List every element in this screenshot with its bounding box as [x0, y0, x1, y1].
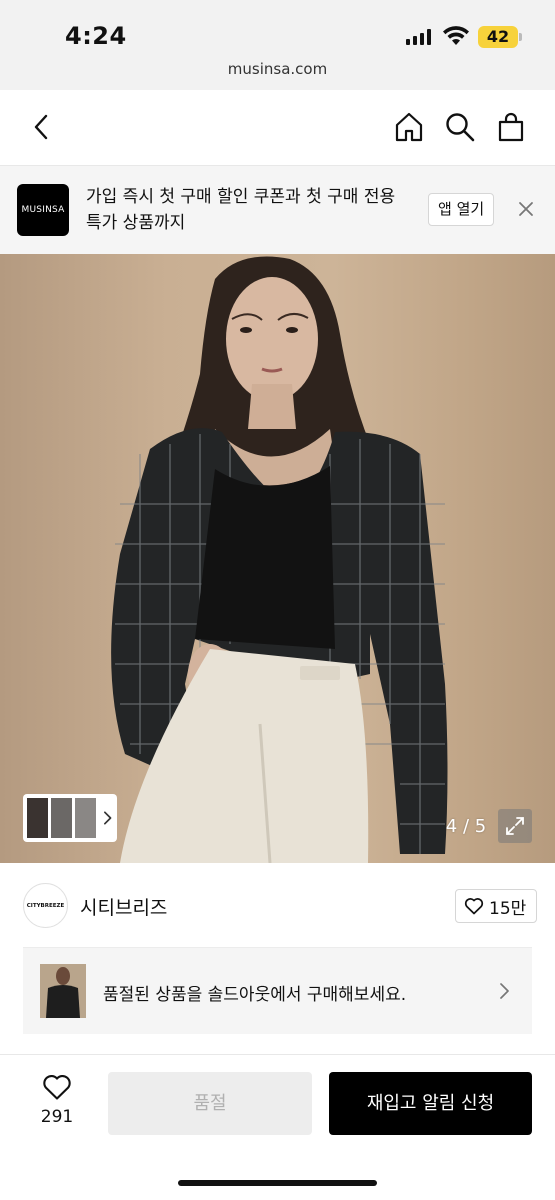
product-image-gallery[interactable]: 4 / 5 — [0, 254, 555, 863]
shopping-bag-icon — [498, 112, 524, 142]
chevron-left-icon — [34, 114, 48, 140]
top-nav — [0, 90, 555, 166]
thumbnail-3[interactable] — [74, 798, 96, 838]
home-icon — [395, 112, 423, 142]
back-button[interactable] — [24, 110, 58, 144]
heart-icon — [464, 898, 484, 915]
close-icon[interactable] — [515, 198, 537, 220]
cart-button[interactable] — [494, 110, 528, 144]
soldout-thumbnail — [40, 964, 86, 1018]
battery-indicator: 42 — [478, 26, 518, 48]
fullscreen-button[interactable] — [498, 809, 532, 843]
brand-logo[interactable]: CITYBREEZE — [23, 883, 68, 928]
thumbnail-2[interactable] — [50, 798, 72, 838]
chevron-right-icon — [103, 811, 112, 825]
home-indicator — [178, 1180, 377, 1186]
status-bar: 4:24 42 musinsa.com — [0, 0, 555, 90]
heart-icon — [43, 1074, 71, 1100]
soldout-button: 품절 — [108, 1072, 312, 1135]
soldout-message: 품절된 상품을 솔드아웃에서 구매해보세요. — [103, 985, 407, 1005]
product-photo — [111, 256, 448, 863]
thumbnail-1[interactable] — [27, 798, 48, 838]
wifi-icon — [443, 26, 469, 45]
brand-like-button[interactable]: 15만 — [455, 889, 538, 923]
app-promo-banner: MUSINSA 가입 즉시 첫 구매 할인 쿠폰과 첫 구매 전용 특가 상품까… — [0, 166, 555, 254]
battery-tip — [519, 33, 522, 41]
brand-like-count: 15만 — [489, 898, 527, 919]
home-button[interactable] — [392, 110, 426, 144]
image-counter: 4 / 5 — [445, 816, 487, 837]
wishlist-button[interactable]: 291 — [32, 1073, 82, 1133]
musinsa-logo: MUSINSA — [17, 184, 69, 236]
cellular-signal-icon — [406, 29, 431, 45]
thumbnail-strip[interactable] — [23, 794, 117, 842]
brand-name[interactable]: 시티브리즈 — [80, 893, 167, 920]
status-time: 4:24 — [65, 22, 127, 50]
promo-message: 가입 즉시 첫 구매 할인 쿠폰과 첫 구매 전용 특가 상품까지 — [86, 187, 396, 233]
chevron-right-icon — [500, 983, 509, 999]
address-bar-url[interactable]: musinsa.com — [0, 60, 555, 78]
restock-alert-button[interactable]: 재입고 알림 신청 — [329, 1072, 532, 1135]
soldout-thumb-image — [46, 967, 80, 1018]
search-icon — [446, 113, 475, 142]
soldout-banner[interactable]: 품절된 상품을 솔드아웃에서 구매해보세요. — [23, 947, 532, 1034]
search-button[interactable] — [443, 110, 477, 144]
open-app-button[interactable]: 앱 열기 — [428, 193, 495, 226]
wishlist-count: 291 — [40, 1107, 74, 1127]
expand-icon — [506, 817, 524, 835]
bottom-action-bar: 291 품절 재입고 알림 신청 — [0, 1054, 555, 1200]
brand-row: CITYBREEZE 시티브리즈 15만 — [0, 863, 555, 947]
